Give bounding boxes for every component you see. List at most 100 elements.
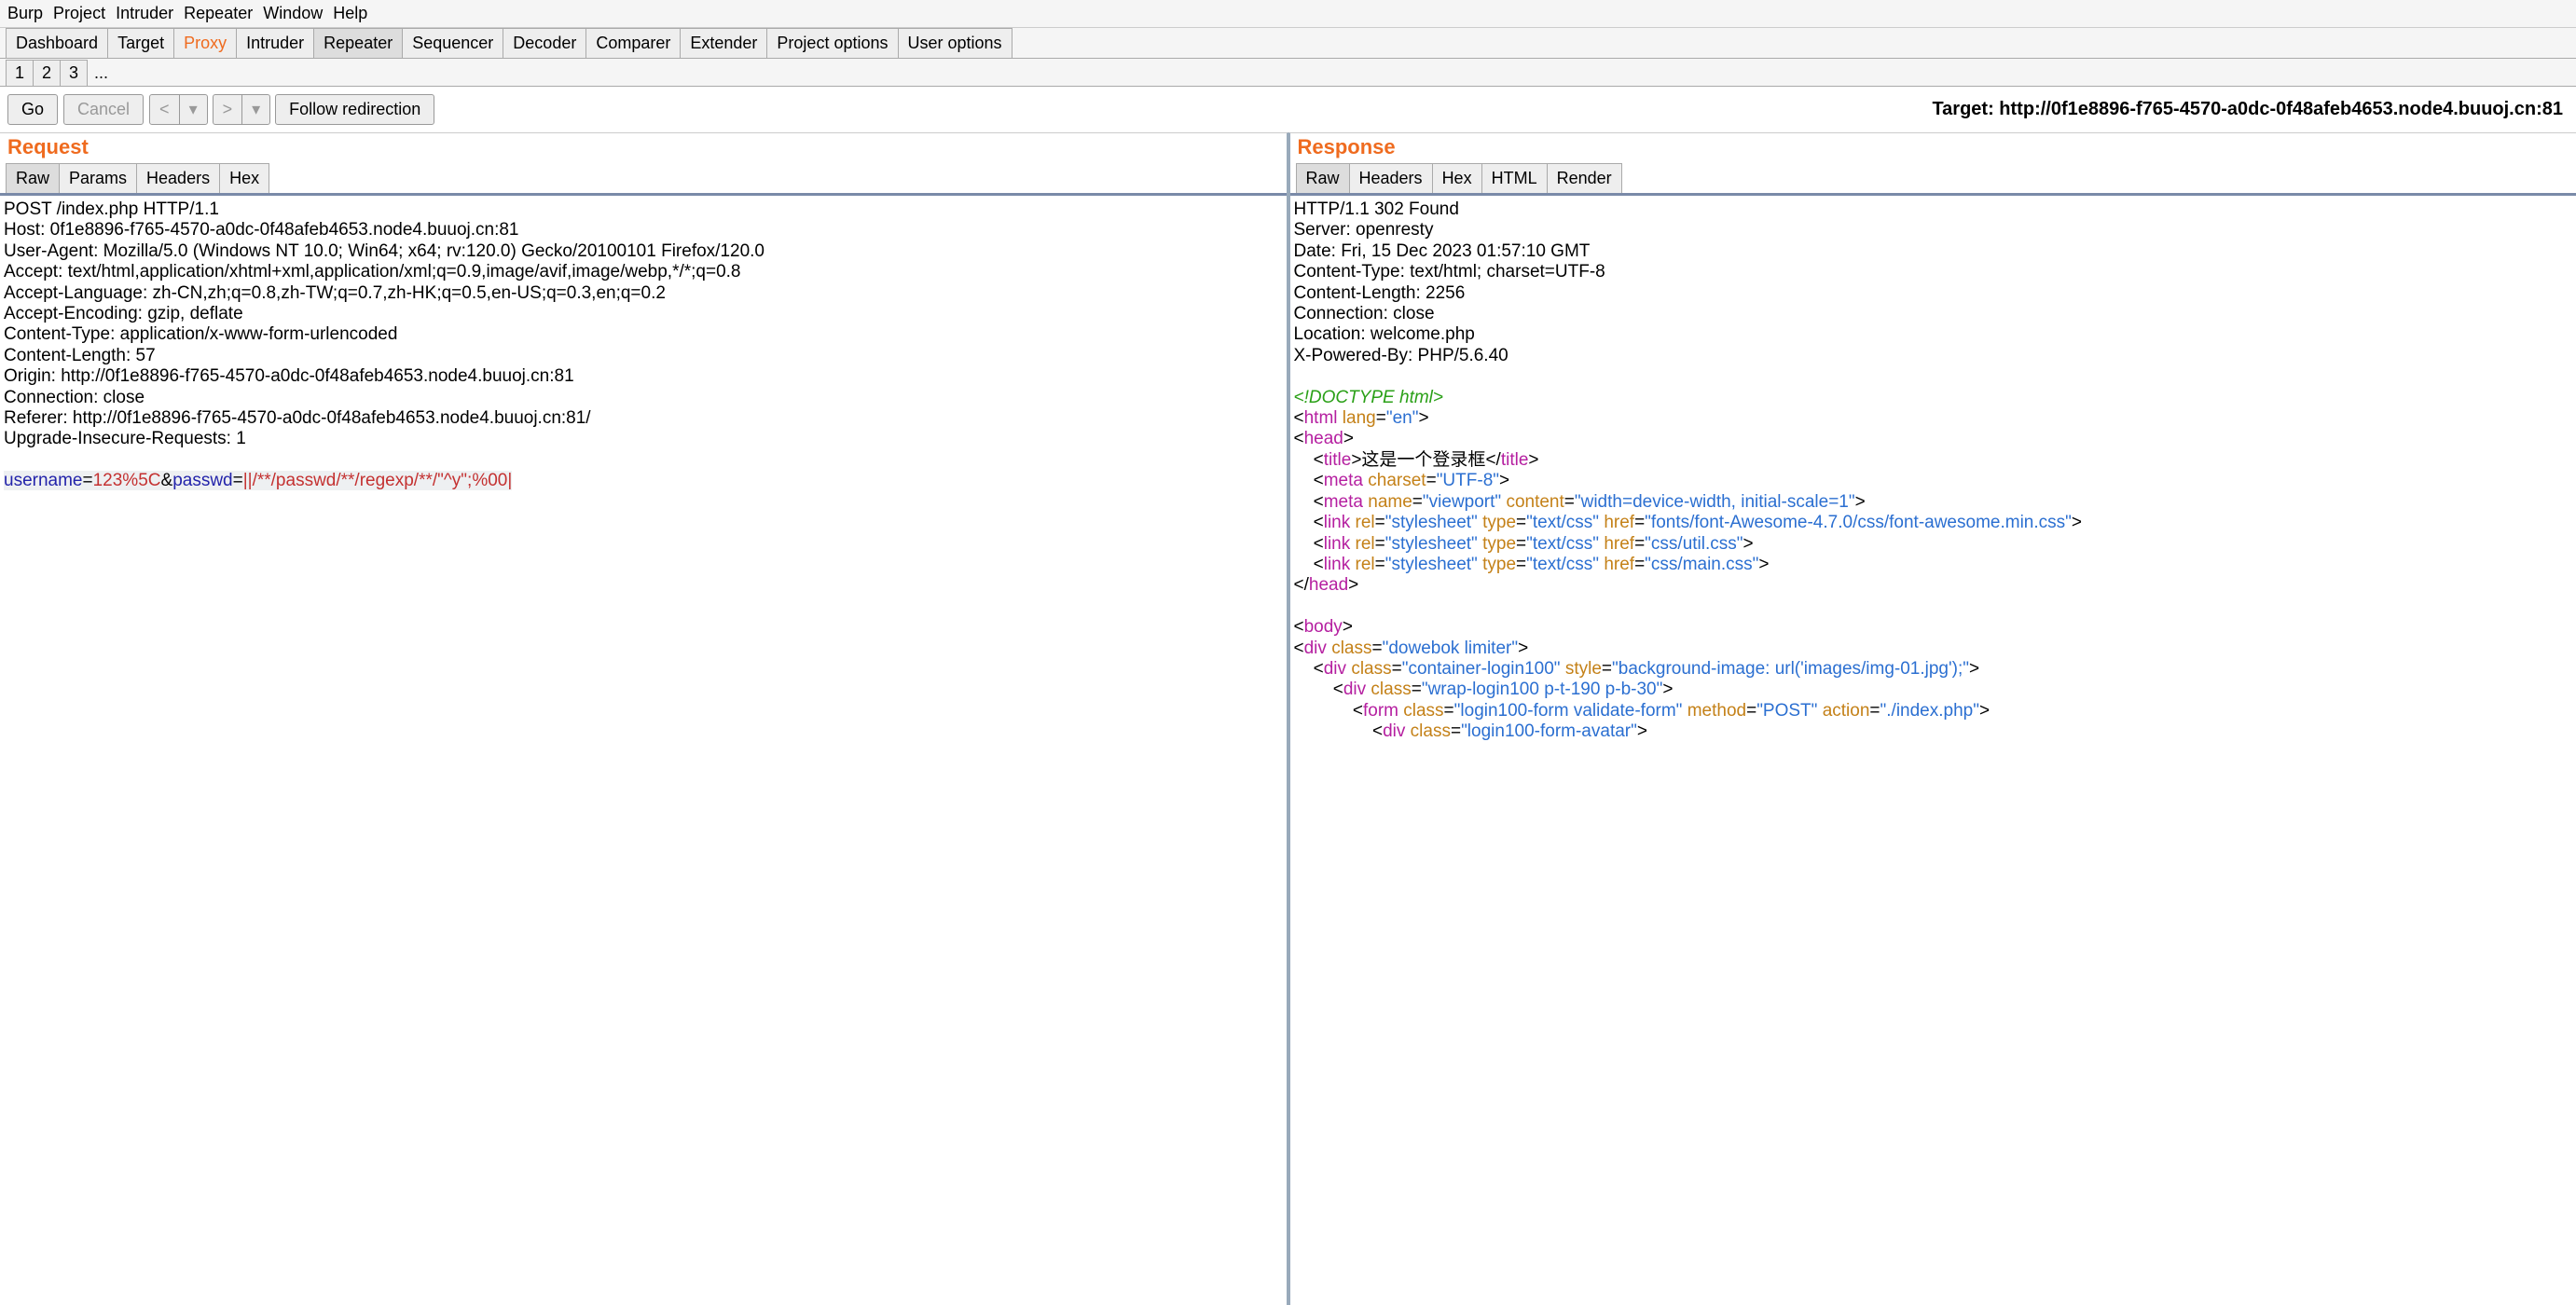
response-tab-html[interactable]: HTML — [1481, 163, 1548, 193]
response-tab-headers[interactable]: Headers — [1349, 163, 1433, 193]
tab-proxy[interactable]: Proxy — [173, 28, 237, 58]
val: "stylesheet" — [1385, 555, 1478, 574]
val: "text/css" — [1526, 555, 1599, 574]
attr: type — [1482, 513, 1516, 532]
tag: body — [1304, 617, 1343, 637]
request-pane: Request Raw Params Headers Hex POST /ind… — [0, 132, 1288, 1305]
attr: class — [1371, 680, 1411, 699]
attr: class — [1331, 639, 1371, 658]
menu-item[interactable]: Window — [263, 4, 323, 22]
tab-extender[interactable]: Extender — [680, 28, 767, 58]
forward-button: > — [213, 94, 243, 125]
request-body-val2[interactable]: ||/**/passwd/**/regexp/**/"^y";%00 — [243, 471, 508, 490]
val: "dowebok limiter" — [1383, 639, 1519, 658]
repeater-subtabs: 1 2 3 ... — [0, 59, 2576, 87]
val: "wrap-login100 p-t-190 p-b-30" — [1422, 680, 1663, 699]
request-tab-raw[interactable]: Raw — [6, 163, 60, 193]
tab-project-options[interactable]: Project options — [766, 28, 898, 58]
val: "login100-form-avatar" — [1461, 721, 1637, 741]
request-headers[interactable]: POST /index.php HTTP/1.1 Host: 0f1e8896-… — [4, 199, 765, 448]
attr: name — [1368, 492, 1412, 512]
tab-comparer[interactable]: Comparer — [585, 28, 681, 58]
toolbar: Go Cancel < ▾ > ▾ Follow redirection Tar… — [0, 87, 2576, 132]
tag: div — [1343, 680, 1366, 699]
val: "css/main.css" — [1645, 555, 1758, 574]
tag: link — [1324, 513, 1351, 532]
menu-item[interactable]: Repeater — [184, 4, 253, 22]
forward-menu-button: ▾ — [241, 94, 270, 125]
tag: head — [1309, 575, 1348, 595]
val: "stylesheet" — [1385, 513, 1478, 532]
val: "UTF-8" — [1437, 471, 1499, 490]
tag: title — [1501, 450, 1529, 470]
tag: div — [1304, 639, 1327, 658]
request-body-val1[interactable]: 123%5C — [93, 471, 161, 490]
tab-decoder[interactable]: Decoder — [503, 28, 586, 58]
tab-sequencer[interactable]: Sequencer — [402, 28, 503, 58]
menu-item[interactable]: Intruder — [116, 4, 173, 22]
tag: div — [1383, 721, 1405, 741]
tag: div — [1324, 659, 1346, 679]
text-cursor: | — [507, 471, 512, 490]
response-headers: HTTP/1.1 302 Found Server: openresty Dat… — [1294, 199, 1605, 365]
attr: content — [1506, 492, 1564, 512]
request-editor[interactable]: POST /index.php HTTP/1.1 Host: 0f1e8896-… — [0, 196, 1287, 1305]
request-tab-headers[interactable]: Headers — [136, 163, 220, 193]
response-tab-raw[interactable]: Raw — [1296, 163, 1350, 193]
menu-item[interactable]: Project — [53, 4, 105, 22]
attr: type — [1482, 555, 1516, 574]
val: "container-login100" — [1402, 659, 1561, 679]
response-subtabs: Raw Headers Hex HTML Render — [1290, 163, 2576, 196]
tag: title — [1324, 450, 1352, 470]
request-body-key1[interactable]: username — [4, 471, 83, 490]
menu-item[interactable]: Burp — [7, 4, 43, 22]
target-label[interactable]: Target: http://0f1e8896-f765-4570-a0dc-0… — [1932, 99, 2569, 120]
val: "stylesheet" — [1385, 534, 1478, 554]
attr: type — [1482, 534, 1516, 554]
repeater-tab-3[interactable]: 3 — [60, 60, 88, 86]
tab-repeater[interactable]: Repeater — [313, 28, 403, 58]
attr: action — [1823, 701, 1870, 721]
val: "text/css" — [1526, 513, 1599, 532]
follow-redirection-button[interactable]: Follow redirection — [275, 94, 434, 125]
attr: rel — [1356, 555, 1375, 574]
attr: style — [1565, 659, 1602, 679]
tab-target[interactable]: Target — [107, 28, 174, 58]
response-pane-title: Response — [1290, 133, 2576, 163]
menu-bar: Burp Project Intruder Repeater Window He… — [0, 0, 2576, 28]
tag: link — [1324, 534, 1351, 554]
attr: lang — [1343, 408, 1376, 428]
tag: link — [1324, 555, 1351, 574]
attr: href — [1604, 555, 1634, 574]
request-body-key2[interactable]: passwd — [172, 471, 232, 490]
repeater-tab-more[interactable]: ... — [87, 61, 116, 86]
attr: class — [1351, 659, 1391, 679]
request-tab-params[interactable]: Params — [59, 163, 137, 193]
response-tab-hex[interactable]: Hex — [1432, 163, 1482, 193]
go-button[interactable]: Go — [7, 94, 58, 125]
repeater-tab-2[interactable]: 2 — [33, 60, 61, 86]
tag: meta — [1324, 492, 1363, 512]
request-tab-hex[interactable]: Hex — [219, 163, 269, 193]
tag: head — [1304, 429, 1343, 448]
attr: class — [1403, 701, 1443, 721]
attr: charset — [1368, 471, 1426, 490]
response-tab-render[interactable]: Render — [1547, 163, 1622, 193]
repeater-tab-1[interactable]: 1 — [6, 60, 34, 86]
title-text: 这是一个登录框 — [1361, 450, 1485, 470]
tab-user-options[interactable]: User options — [898, 28, 1012, 58]
val: "fonts/font-Awesome-4.7.0/css/font-aweso… — [1645, 513, 2072, 532]
back-button: < — [149, 94, 180, 125]
tab-dashboard[interactable]: Dashboard — [6, 28, 108, 58]
request-pane-title: Request — [0, 133, 1287, 163]
tab-intruder[interactable]: Intruder — [236, 28, 314, 58]
tag: html — [1304, 408, 1338, 428]
val: "background-image: url('images/img-01.jp… — [1612, 659, 1969, 679]
menu-item[interactable]: Help — [333, 4, 367, 22]
val: "viewport" — [1423, 492, 1501, 512]
response-editor[interactable]: HTTP/1.1 302 Found Server: openresty Dat… — [1290, 196, 2576, 1305]
request-body-amp[interactable]: & — [161, 471, 173, 490]
val: "en" — [1386, 408, 1419, 428]
val: "./index.php" — [1880, 701, 1979, 721]
attr: rel — [1356, 534, 1375, 554]
